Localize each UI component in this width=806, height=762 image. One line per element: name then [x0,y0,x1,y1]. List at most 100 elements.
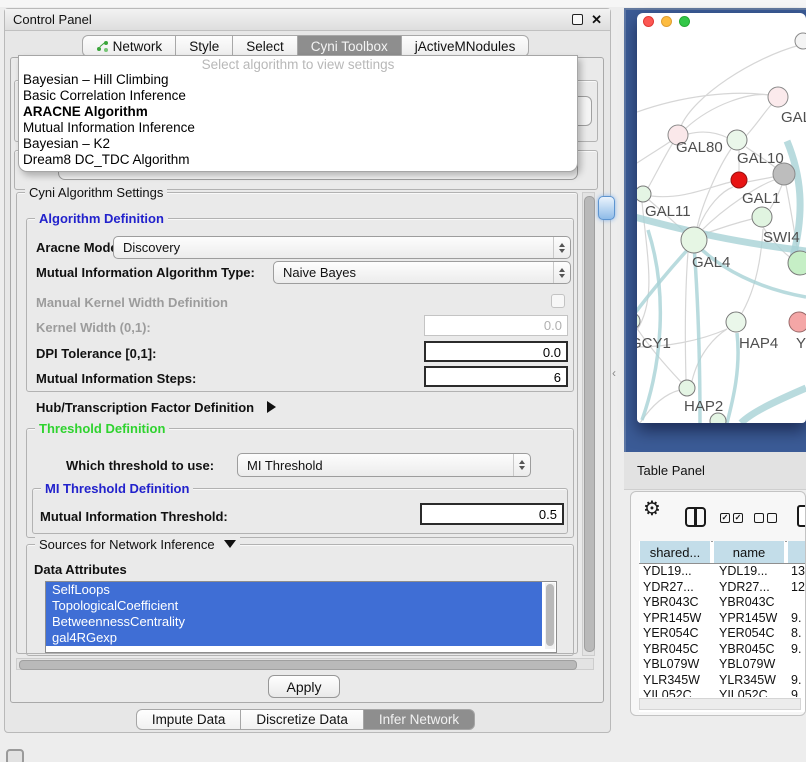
table-row[interactable]: YBL079WYBL079W [639,657,806,673]
table-row[interactable]: YBR043CYBR043C [639,595,806,611]
table-cell: 12 [785,580,806,596]
bottom-tab-impute-data[interactable]: Impute Data [136,709,242,730]
mi-algorithm-type-select[interactable]: Naive Bayes [273,261,571,284]
minimized-panel-icon[interactable] [6,749,24,762]
aracne-mode-select[interactable]: Discovery [113,236,571,259]
table-cell: 8. [785,626,806,642]
collapsed-arrow-icon[interactable] [267,401,276,413]
manual-kernel-width-checkbox[interactable] [551,294,565,308]
table-row[interactable]: YLR345WYLR345W9. [639,673,806,689]
network-edge[interactable] [746,104,772,136]
mi-steps-label: Mutual Information Steps: [36,371,196,386]
attribute-item-selfloops[interactable]: SelfLoops [46,582,542,598]
attribute-item-betweennesscentrality[interactable]: BetweennessCentrality [46,614,542,630]
hub-definition-toggle[interactable]: Hub/Transcription Factor Definition [36,400,276,415]
table-row[interactable]: YDL19...YDL19...13 [639,564,806,580]
network-edge[interactable] [747,177,773,182]
new-table-icon[interactable] [797,505,806,527]
settings-horizontal-thumb[interactable] [19,660,577,670]
column-header-a[interactable]: A [787,541,806,563]
network-node[interactable] [637,186,651,202]
algorithm-option-basic-correlation-inference[interactable]: Basic Correlation Inference [23,88,573,104]
table-row[interactable]: YDR27...YDR27...12 [639,580,806,596]
network-node[interactable] [752,207,772,227]
algorithm-option-dream8-dc-tdc-algorithm[interactable]: Dream8 DC_TDC Algorithm [23,152,573,168]
gear-icon[interactable]: ⚙ [643,499,661,519]
table-cell: YPR145W [713,611,785,627]
attributes-list-scrollbar[interactable] [545,583,555,649]
attribute-item-topologicalcoefficient[interactable]: TopologicalCoefficient [46,598,542,614]
network-edge[interactable] [697,149,731,228]
mi-steps-field[interactable]: 6 [424,366,568,387]
network-node-label: GAL11 [645,203,691,220]
kernel-width-field[interactable]: 0.0 [424,315,568,336]
aracne-mode-label: Aracne Mode: [36,240,122,255]
network-node[interactable] [726,312,746,332]
table-row[interactable]: YIL052CYIL052C9. [639,688,806,697]
network-node[interactable] [789,312,806,332]
unchecked-checkbox-icon[interactable] [754,513,764,523]
settings-vertical-thumb[interactable] [584,196,595,652]
mi-threshold-field[interactable]: 0.5 [420,503,564,525]
algorithm-option-mutual-information-inference[interactable]: Mutual Information Inference [23,120,573,136]
tab-label: Select [246,39,284,54]
splitter-collapse-icon[interactable]: ‹ [612,366,616,380]
bottom-tab-discretize-data[interactable]: Discretize Data [240,709,364,730]
table-row[interactable]: YBR045CYBR045C9. [639,642,806,658]
expanded-arrow-icon[interactable] [224,540,236,548]
network-node[interactable] [731,172,747,188]
network-edge[interactable] [642,230,660,420]
network-edge[interactable] [741,388,806,423]
network-edge[interactable] [727,333,738,423]
unchecked-checkbox-icon[interactable] [767,513,777,523]
algorithm-option-aracne-algorithm[interactable]: ARACNE Algorithm [23,104,573,120]
network-edge[interactable] [685,252,688,380]
mi-threshold-label: Mutual Information Threshold: [40,509,228,524]
tab-style[interactable]: Style [175,35,233,57]
sources-toggle[interactable]: Sources for Network Inference [35,537,240,552]
network-edge[interactable] [651,182,731,197]
network-edge[interactable] [648,143,673,188]
tab-network[interactable]: Network [82,35,177,57]
network-edge[interactable] [694,246,700,423]
column-header-shared[interactable]: shared... [639,541,711,563]
algorithm-option-bayesian-hill-climbing[interactable]: Bayesian – Hill Climbing [23,72,573,88]
table-cell: YER054C [713,626,785,642]
tab-jactivemnodules[interactable]: jActiveMNodules [401,35,530,57]
network-edge[interactable] [637,246,691,313]
network-node[interactable] [681,227,707,253]
network-node[interactable] [679,380,695,396]
zoom-traffic-icon[interactable] [679,16,690,27]
network-edge[interactable] [688,132,728,138]
which-threshold-select[interactable]: MI Threshold [237,453,531,477]
table-horizontal-scrollbar[interactable] [639,698,801,710]
column-header-name[interactable]: name [713,541,785,563]
close-traffic-icon[interactable] [643,16,654,27]
close-window-button[interactable]: ✕ [591,13,602,26]
network-edge[interactable] [685,95,770,129]
checked-checkbox-icon[interactable]: ✓ [733,513,743,523]
attribute-item-gal4rgexp[interactable]: gal4RGexp [46,630,542,646]
dpi-tolerance-field[interactable]: 0.0 [424,341,568,362]
tab-select[interactable]: Select [232,35,298,57]
column-layout-icon[interactable] [685,507,706,527]
float-window-button[interactable] [572,14,583,25]
apply-button[interactable]: Apply [268,675,340,698]
scrollbar-thumb[interactable] [546,584,554,646]
network-canvas[interactable]: GALGAL80GAL10GAL1GAL11SWI4GAL4GCY1HAP4YH… [637,13,806,423]
data-attributes-list[interactable]: SelfLoopsTopologicalCoefficientBetweenne… [45,581,557,653]
network-node[interactable] [768,87,788,107]
bottom-tab-infer-network[interactable]: Infer Network [363,709,475,730]
network-node[interactable] [795,33,806,49]
network-node[interactable] [727,130,747,150]
tab-cyni-toolbox[interactable]: Cyni Toolbox [297,35,402,57]
table-cell: 9. [785,611,806,627]
table-row[interactable]: YPR145WYPR145W9. [639,611,806,627]
minimize-traffic-icon[interactable] [661,16,672,27]
checked-checkbox-icon[interactable]: ✓ [720,513,730,523]
network-view-window[interactable]: GALGAL80GAL10GAL1GAL11SWI4GAL4GCY1HAP4YH… [637,13,806,423]
algorithm-option-bayesian-k2[interactable]: Bayesian – K2 [23,136,573,152]
combobox-arrow-focused[interactable] [598,196,615,220]
network-edge[interactable] [637,141,671,163]
table-row[interactable]: YER054CYER054C8. [639,626,806,642]
